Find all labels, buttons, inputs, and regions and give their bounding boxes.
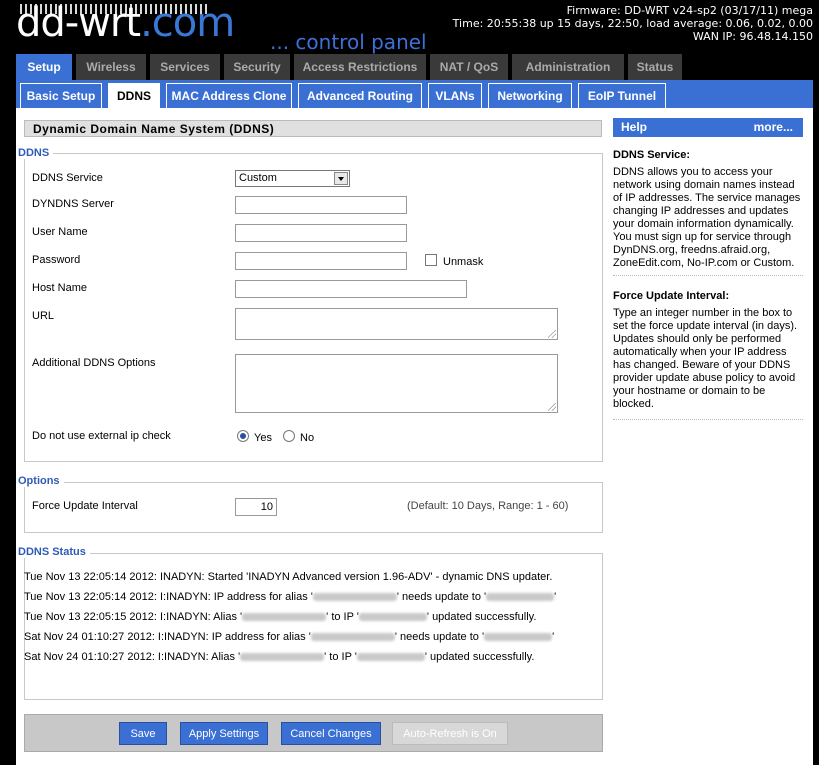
subtab-vlans[interactable]: VLANs bbox=[428, 83, 482, 108]
force-update-label: Force Update Interval bbox=[32, 500, 138, 512]
ddns-legend: DDNS bbox=[16, 147, 54, 159]
tab-wireless[interactable]: Wireless bbox=[76, 54, 146, 80]
status-log-line: Tue Nov 13 22:05:14 2012: INADYN: Starte… bbox=[24, 571, 553, 583]
help-more-link[interactable]: more... bbox=[754, 118, 793, 137]
subtab-ddns[interactable]: DDNS bbox=[108, 83, 160, 108]
dyndns-server-label: DYNDNS Server bbox=[32, 198, 114, 210]
url-textarea[interactable] bbox=[235, 308, 558, 340]
tab-status[interactable]: Status bbox=[628, 54, 682, 80]
save-button[interactable]: Save bbox=[119, 722, 167, 745]
subtab-eoip-tunnel[interactable]: EoIP Tunnel bbox=[578, 83, 666, 108]
help-divider bbox=[613, 275, 803, 276]
additional-options-textarea[interactable] bbox=[235, 354, 558, 413]
redacted-alias bbox=[242, 613, 327, 622]
ddns-service-label: DDNS Service bbox=[32, 172, 103, 184]
logo-main-text: dd-wrt bbox=[16, 0, 141, 46]
button-bar: Save Apply Settings Cancel Changes Auto-… bbox=[24, 714, 603, 752]
help-force-section: Force Update Interval: Type an integer n… bbox=[613, 290, 803, 411]
options-legend: Options bbox=[16, 475, 64, 487]
apply-settings-button[interactable]: Apply Settings bbox=[180, 722, 268, 745]
unmask-checkbox[interactable] bbox=[425, 254, 437, 266]
external-ip-yes-radio[interactable] bbox=[237, 430, 249, 442]
password-input[interactable] bbox=[235, 252, 407, 270]
url-label: URL bbox=[32, 310, 55, 322]
resize-grip-icon[interactable] bbox=[548, 330, 556, 338]
external-ip-yes-label: Yes bbox=[254, 432, 272, 444]
help-ddns-text: DDNS allows you to access your network u… bbox=[613, 166, 801, 269]
user-name-input[interactable] bbox=[235, 224, 407, 242]
wan-ip-info: WAN IP: 96.48.14.150 bbox=[692, 30, 813, 43]
page-title: Dynamic Domain Name System (DDNS) bbox=[24, 120, 602, 137]
tab-administration[interactable]: Administration bbox=[512, 54, 624, 80]
subtab-networking[interactable]: Networking bbox=[488, 83, 572, 108]
resize-grip-icon[interactable] bbox=[548, 403, 556, 411]
help-header: Help more... bbox=[613, 118, 803, 137]
status-log-line: Tue Nov 13 22:05:14 2012: I:INADYN: IP a… bbox=[24, 591, 557, 603]
additional-options-label: Additional DDNS Options bbox=[32, 357, 156, 369]
redacted-ip bbox=[486, 593, 555, 602]
auto-refresh-button[interactable]: Auto-Refresh is On bbox=[392, 722, 508, 745]
sub-tabs: Basic Setup DDNS MAC Address Clone Advan… bbox=[16, 80, 813, 108]
tab-security[interactable]: Security bbox=[224, 54, 290, 80]
tab-setup[interactable]: Setup bbox=[16, 54, 72, 82]
redacted-ip bbox=[484, 633, 553, 642]
subtab-advanced-routing[interactable]: Advanced Routing bbox=[298, 83, 422, 108]
logo-com-text: .com bbox=[140, 0, 235, 46]
status-log-line: Tue Nov 13 22:05:15 2012: I:INADYN: Alia… bbox=[24, 611, 537, 623]
content-area: Dynamic Domain Name System (DDNS) DDNS D… bbox=[16, 108, 813, 765]
help-force-heading: Force Update Interval: bbox=[613, 290, 730, 302]
status-log-line: Sat Nov 24 01:10:27 2012: I:INADYN: IP a… bbox=[24, 631, 555, 643]
help-ddns-section: DDNS Service: DDNS allows you to access … bbox=[613, 149, 803, 270]
redacted-alias bbox=[310, 633, 395, 642]
help-force-text: Type an integer number in the box to set… bbox=[613, 307, 798, 410]
firmware-info: Firmware: DD-WRT v24-sp2 (03/17/11) mega bbox=[566, 4, 813, 17]
external-ip-check-label: Do not use external ip check bbox=[32, 430, 171, 442]
tab-nat-qos[interactable]: NAT / QoS bbox=[430, 54, 508, 80]
force-update-input[interactable] bbox=[235, 498, 277, 516]
redacted-alias bbox=[240, 653, 325, 662]
router-info: Firmware: DD-WRT v24-sp2 (03/17/11) mega… bbox=[453, 4, 813, 43]
uptime-info: Time: 20:55:38 up 15 days, 22:50, load a… bbox=[452, 17, 813, 30]
password-label: Password bbox=[32, 254, 81, 266]
redacted-ip bbox=[356, 653, 425, 662]
unmask-label: Unmask bbox=[443, 256, 484, 268]
tab-access-restrictions[interactable]: Access Restrictions bbox=[294, 54, 426, 80]
help-title: Help bbox=[621, 120, 648, 134]
logo-tagline: ... control panel bbox=[270, 30, 427, 54]
subtab-mac-address-clone[interactable]: MAC Address Clone bbox=[166, 83, 292, 108]
host-name-input[interactable] bbox=[235, 280, 467, 298]
subtab-basic-setup[interactable]: Basic Setup bbox=[20, 83, 102, 108]
tab-services[interactable]: Services bbox=[150, 54, 220, 80]
external-ip-no-radio[interactable] bbox=[283, 430, 295, 442]
dyndns-server-input[interactable] bbox=[235, 196, 407, 214]
chevron-down-icon bbox=[334, 172, 348, 185]
force-update-hint: (Default: 10 Days, Range: 1 - 60) bbox=[407, 500, 569, 512]
status-log-line: Sat Nov 24 01:10:27 2012: I:INADYN: Alia… bbox=[24, 651, 535, 663]
header: dd-wrt.com ... control panel Firmware: D… bbox=[0, 0, 819, 54]
ddns-status-legend: DDNS Status bbox=[16, 546, 90, 558]
ddns-service-select[interactable]: Custom bbox=[235, 170, 350, 187]
user-name-label: User Name bbox=[32, 226, 88, 238]
help-divider bbox=[613, 419, 803, 420]
external-ip-no-label: No bbox=[300, 432, 315, 444]
help-ddns-heading: DDNS Service: bbox=[613, 149, 691, 161]
redacted-ip bbox=[358, 613, 427, 622]
cancel-changes-button[interactable]: Cancel Changes bbox=[281, 722, 381, 745]
redacted-alias bbox=[312, 593, 397, 602]
host-name-label: Host Name bbox=[32, 282, 88, 294]
ddns-service-value: Custom bbox=[239, 172, 277, 184]
